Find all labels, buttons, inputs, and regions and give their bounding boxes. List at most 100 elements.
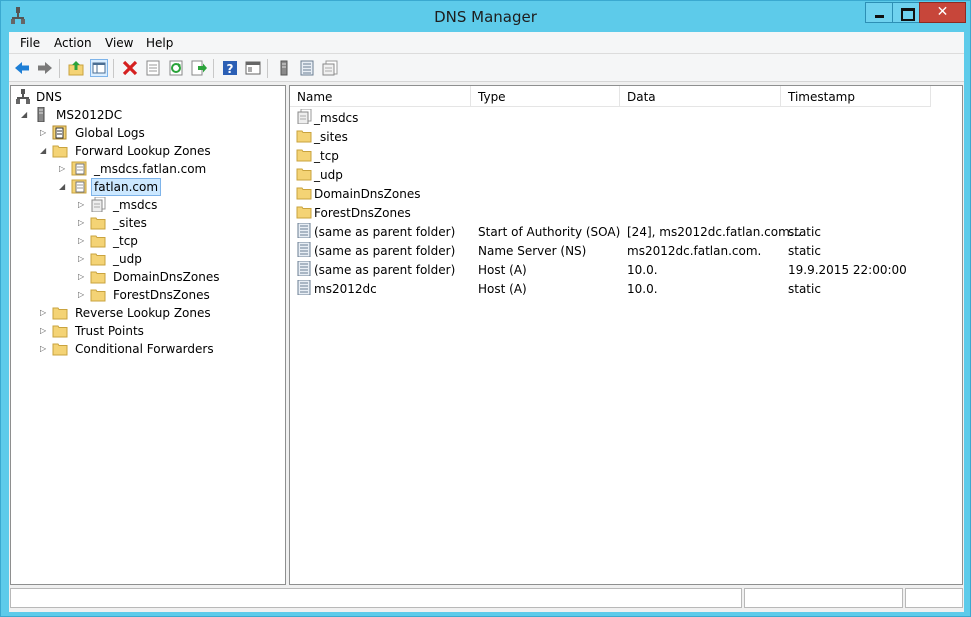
console-tree: DNS ◢ MS2012DC ▷ Global Logs ◢ Forward L… [10, 85, 286, 585]
folder-icon [296, 185, 312, 200]
expand-arrow-icon[interactable]: ▷ [78, 218, 87, 227]
server-icon[interactable] [275, 59, 293, 77]
dns-root-icon [15, 89, 31, 104]
client-area: File Action View Help ? DNS ◢ MS2012DC ▷… [9, 32, 964, 612]
folder-icon [90, 287, 106, 302]
folder-icon [296, 128, 312, 143]
svg-text:?: ? [227, 62, 234, 76]
expand-arrow-icon[interactable]: ▷ [78, 236, 87, 245]
status-bar [9, 587, 964, 609]
log-icon [52, 125, 68, 140]
status-cell-tertiary [905, 588, 963, 608]
expand-arrow-icon[interactable]: ▷ [40, 326, 49, 335]
result-list: Name Type Data Timestamp _msdcs _sites _… [289, 85, 963, 585]
zone-doc-icon [296, 109, 312, 124]
list-item[interactable]: (same as parent folder) Start of Authori… [290, 222, 960, 241]
zone-doc-icon [90, 197, 106, 212]
collapse-arrow-icon[interactable]: ◢ [21, 110, 30, 119]
record-icon [296, 242, 312, 257]
folder-icon [52, 143, 68, 158]
toolbar-separator [113, 59, 114, 78]
collapse-arrow-icon[interactable]: ◢ [59, 182, 68, 191]
tree-node-label: Conditional Forwarders [75, 342, 214, 356]
tree-node-label: fatlan.com [91, 178, 162, 196]
tree-node-label: _msdcs [113, 198, 158, 212]
column-header-timestamp[interactable]: Timestamp [781, 86, 931, 107]
toolbar-separator [213, 59, 214, 78]
record-icon [296, 280, 312, 295]
zone-icon [71, 179, 87, 194]
folder-icon [296, 166, 312, 181]
zone-icon [71, 161, 87, 176]
menu-bar: File Action View Help [9, 32, 964, 54]
tree-node-label: _udp [113, 252, 142, 266]
menu-help[interactable]: Help [146, 36, 173, 50]
list-item[interactable]: (same as parent folder) Host (A) 10.0. 1… [290, 260, 960, 279]
list-item[interactable]: _sites [290, 127, 960, 146]
dns-manager-window: DNS Manager ✕ File Action View Help ? DN… [0, 0, 971, 617]
menu-action[interactable]: Action [54, 36, 92, 50]
folder-icon [90, 215, 106, 230]
show-hide-tree-icon[interactable] [90, 59, 108, 77]
list-item[interactable]: (same as parent folder) Name Server (NS)… [290, 241, 960, 260]
close-icon: ✕ [936, 4, 949, 20]
expand-arrow-icon[interactable]: ▷ [40, 308, 49, 317]
record-icon [296, 223, 312, 238]
forward-arrow-icon[interactable] [36, 59, 54, 77]
list-item[interactable]: _msdcs [290, 108, 960, 127]
folder-icon [296, 204, 312, 219]
expand-arrow-icon[interactable]: ▷ [40, 344, 49, 353]
folder-icon [90, 251, 106, 266]
menu-view[interactable]: View [105, 36, 133, 50]
expand-arrow-icon[interactable]: ▷ [59, 164, 68, 173]
list-icon[interactable] [298, 59, 316, 77]
list-item[interactable]: ms2012dc Host (A) 10.0. static [290, 279, 960, 298]
back-arrow-icon[interactable] [13, 59, 31, 77]
tree-node-label: _tcp [113, 234, 138, 248]
export-list-icon[interactable] [190, 59, 208, 77]
tree-node-label: MS2012DC [56, 108, 123, 122]
collapse-arrow-icon[interactable]: ◢ [40, 146, 49, 155]
window-title: DNS Manager [434, 8, 537, 26]
tree-node-label: _sites [113, 216, 147, 230]
tree-node-label: Trust Points [75, 324, 144, 338]
tree-node-label: _msdcs.fatlan.com [94, 162, 207, 176]
expand-arrow-icon[interactable]: ▷ [78, 272, 87, 281]
expand-arrow-icon[interactable]: ▷ [78, 290, 87, 299]
zone-icon[interactable] [321, 59, 339, 77]
tree-node-label: Global Logs [75, 126, 145, 140]
list-item[interactable]: DomainDnsZones [290, 184, 960, 203]
record-icon [296, 261, 312, 276]
status-cell-secondary [744, 588, 903, 608]
expand-arrow-icon[interactable]: ▷ [78, 254, 87, 263]
close-button[interactable]: ✕ [919, 2, 966, 23]
folder-icon [52, 323, 68, 338]
help-icon[interactable]: ? [221, 59, 239, 77]
expand-arrow-icon[interactable]: ▷ [78, 200, 87, 209]
folder-icon [296, 147, 312, 162]
toolbar: ? [9, 54, 964, 82]
refresh-icon[interactable] [167, 59, 185, 77]
toolbar-separator [267, 59, 268, 78]
title-bar[interactable]: DNS Manager ✕ [1, 1, 970, 32]
console-view-icon[interactable] [244, 59, 262, 77]
menu-file[interactable]: File [20, 36, 40, 50]
properties-icon[interactable] [144, 59, 162, 77]
tree-node-label: DomainDnsZones [113, 270, 220, 284]
maximize-button[interactable] [892, 2, 920, 23]
column-header-data[interactable]: Data [620, 86, 781, 107]
list-item[interactable]: ForestDnsZones [290, 203, 960, 222]
server-icon [33, 107, 49, 122]
minimize-button[interactable] [865, 2, 893, 23]
expand-arrow-icon[interactable]: ▷ [40, 128, 49, 137]
column-header-type[interactable]: Type [471, 86, 620, 107]
column-header-name[interactable]: Name [290, 86, 471, 107]
delete-icon[interactable] [121, 59, 139, 77]
status-cell-main [10, 588, 742, 608]
list-item[interactable]: _tcp [290, 146, 960, 165]
tree-node-label: ForestDnsZones [113, 288, 210, 302]
toolbar-separator [59, 59, 60, 78]
folder-icon [90, 233, 106, 248]
list-item[interactable]: _udp [290, 165, 960, 184]
up-folder-icon[interactable] [67, 59, 85, 77]
